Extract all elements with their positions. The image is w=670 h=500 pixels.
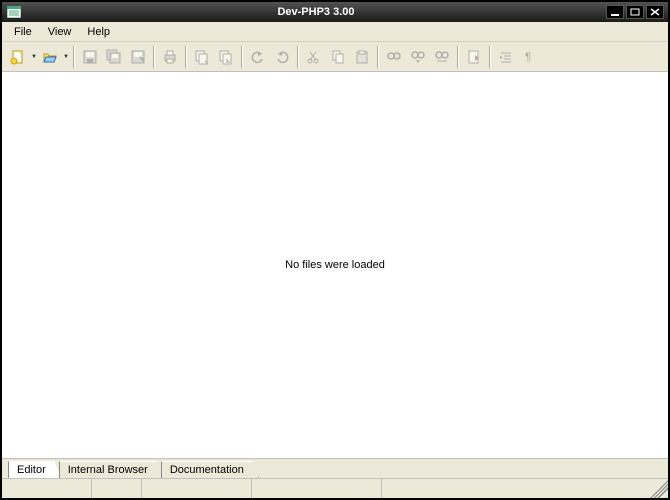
- save-all-button[interactable]: [102, 45, 126, 69]
- find-button[interactable]: [382, 45, 406, 69]
- new-file-button[interactable]: [6, 45, 30, 69]
- tab-documentation[interactable]: Documentation: [161, 461, 259, 478]
- maximize-button[interactable]: [626, 5, 644, 19]
- bottom-tabstrip: Editor Internal Browser Documentation: [2, 458, 668, 478]
- find-icon: [386, 49, 402, 65]
- find-next-icon: [410, 49, 426, 65]
- tab-editor[interactable]: Editor: [8, 461, 61, 478]
- window-title: Dev-PHP3 3.00: [26, 6, 606, 18]
- statusbar: [2, 478, 668, 498]
- status-cell-3: [142, 479, 252, 498]
- new-file-icon: [10, 49, 26, 65]
- paste-doc-button[interactable]: [214, 45, 238, 69]
- save-as-button[interactable]: [126, 45, 150, 69]
- save-all-icon: [106, 49, 122, 65]
- cut-icon: [306, 49, 322, 65]
- undo-button[interactable]: [246, 45, 270, 69]
- find-next-button[interactable]: [406, 45, 430, 69]
- save-button[interactable]: [78, 45, 102, 69]
- toolbar-separator: [185, 46, 187, 68]
- paste-icon: [354, 49, 370, 65]
- close-button[interactable]: [646, 5, 664, 19]
- titlebar: Dev-PHP3 3.00: [2, 2, 668, 22]
- redo-button[interactable]: [270, 45, 294, 69]
- goto-button[interactable]: [462, 45, 486, 69]
- editor-area: No files were loaded: [2, 72, 668, 458]
- cut-button[interactable]: [302, 45, 326, 69]
- print-button[interactable]: [158, 45, 182, 69]
- save-icon: [82, 49, 98, 65]
- menu-view[interactable]: View: [40, 24, 80, 40]
- show-special-button[interactable]: ¶: [518, 45, 542, 69]
- app-window: Dev-PHP3 3.00 File View Help ▼ ▼: [0, 0, 670, 500]
- open-file-dropdown[interactable]: ▼: [62, 45, 70, 69]
- replace-button[interactable]: [430, 45, 454, 69]
- indent-button[interactable]: [494, 45, 518, 69]
- print-icon: [162, 49, 178, 65]
- indent-icon: [498, 49, 514, 65]
- minimize-button[interactable]: [606, 5, 624, 19]
- new-file-dropdown[interactable]: ▼: [30, 45, 38, 69]
- paste-doc-icon: [218, 49, 234, 65]
- svg-text:¶: ¶: [525, 50, 531, 64]
- toolbar-separator: [241, 46, 243, 68]
- empty-state-message: No files were loaded: [285, 259, 385, 271]
- toolbar-separator: [489, 46, 491, 68]
- show-special-icon: ¶: [522, 49, 538, 65]
- status-cell-1: [2, 479, 92, 498]
- app-icon: [6, 6, 22, 18]
- open-file-button[interactable]: [38, 45, 62, 69]
- open-file-icon: [42, 49, 58, 65]
- copy-icon: [330, 49, 346, 65]
- status-cell-4: [252, 479, 382, 498]
- toolbar-separator: [73, 46, 75, 68]
- redo-icon: [274, 49, 290, 65]
- menubar: File View Help: [2, 22, 668, 42]
- save-as-icon: [130, 49, 146, 65]
- paste-button[interactable]: [350, 45, 374, 69]
- replace-icon: [434, 49, 450, 65]
- toolbar-separator: [153, 46, 155, 68]
- toolbar-separator: [377, 46, 379, 68]
- goto-icon: [466, 49, 482, 65]
- toolbar-separator: [457, 46, 459, 68]
- tab-internal-browser[interactable]: Internal Browser: [59, 461, 163, 478]
- window-controls: [606, 5, 664, 19]
- copy-doc-button[interactable]: [190, 45, 214, 69]
- undo-icon: [250, 49, 266, 65]
- copy-button[interactable]: [326, 45, 350, 69]
- toolbar-separator: [297, 46, 299, 68]
- menu-help[interactable]: Help: [79, 24, 118, 40]
- toolbar: ▼ ▼ ¶: [2, 42, 668, 72]
- menu-file[interactable]: File: [6, 24, 40, 40]
- status-cell-2: [92, 479, 142, 498]
- copy-doc-icon: [194, 49, 210, 65]
- resize-grip[interactable]: [650, 480, 668, 498]
